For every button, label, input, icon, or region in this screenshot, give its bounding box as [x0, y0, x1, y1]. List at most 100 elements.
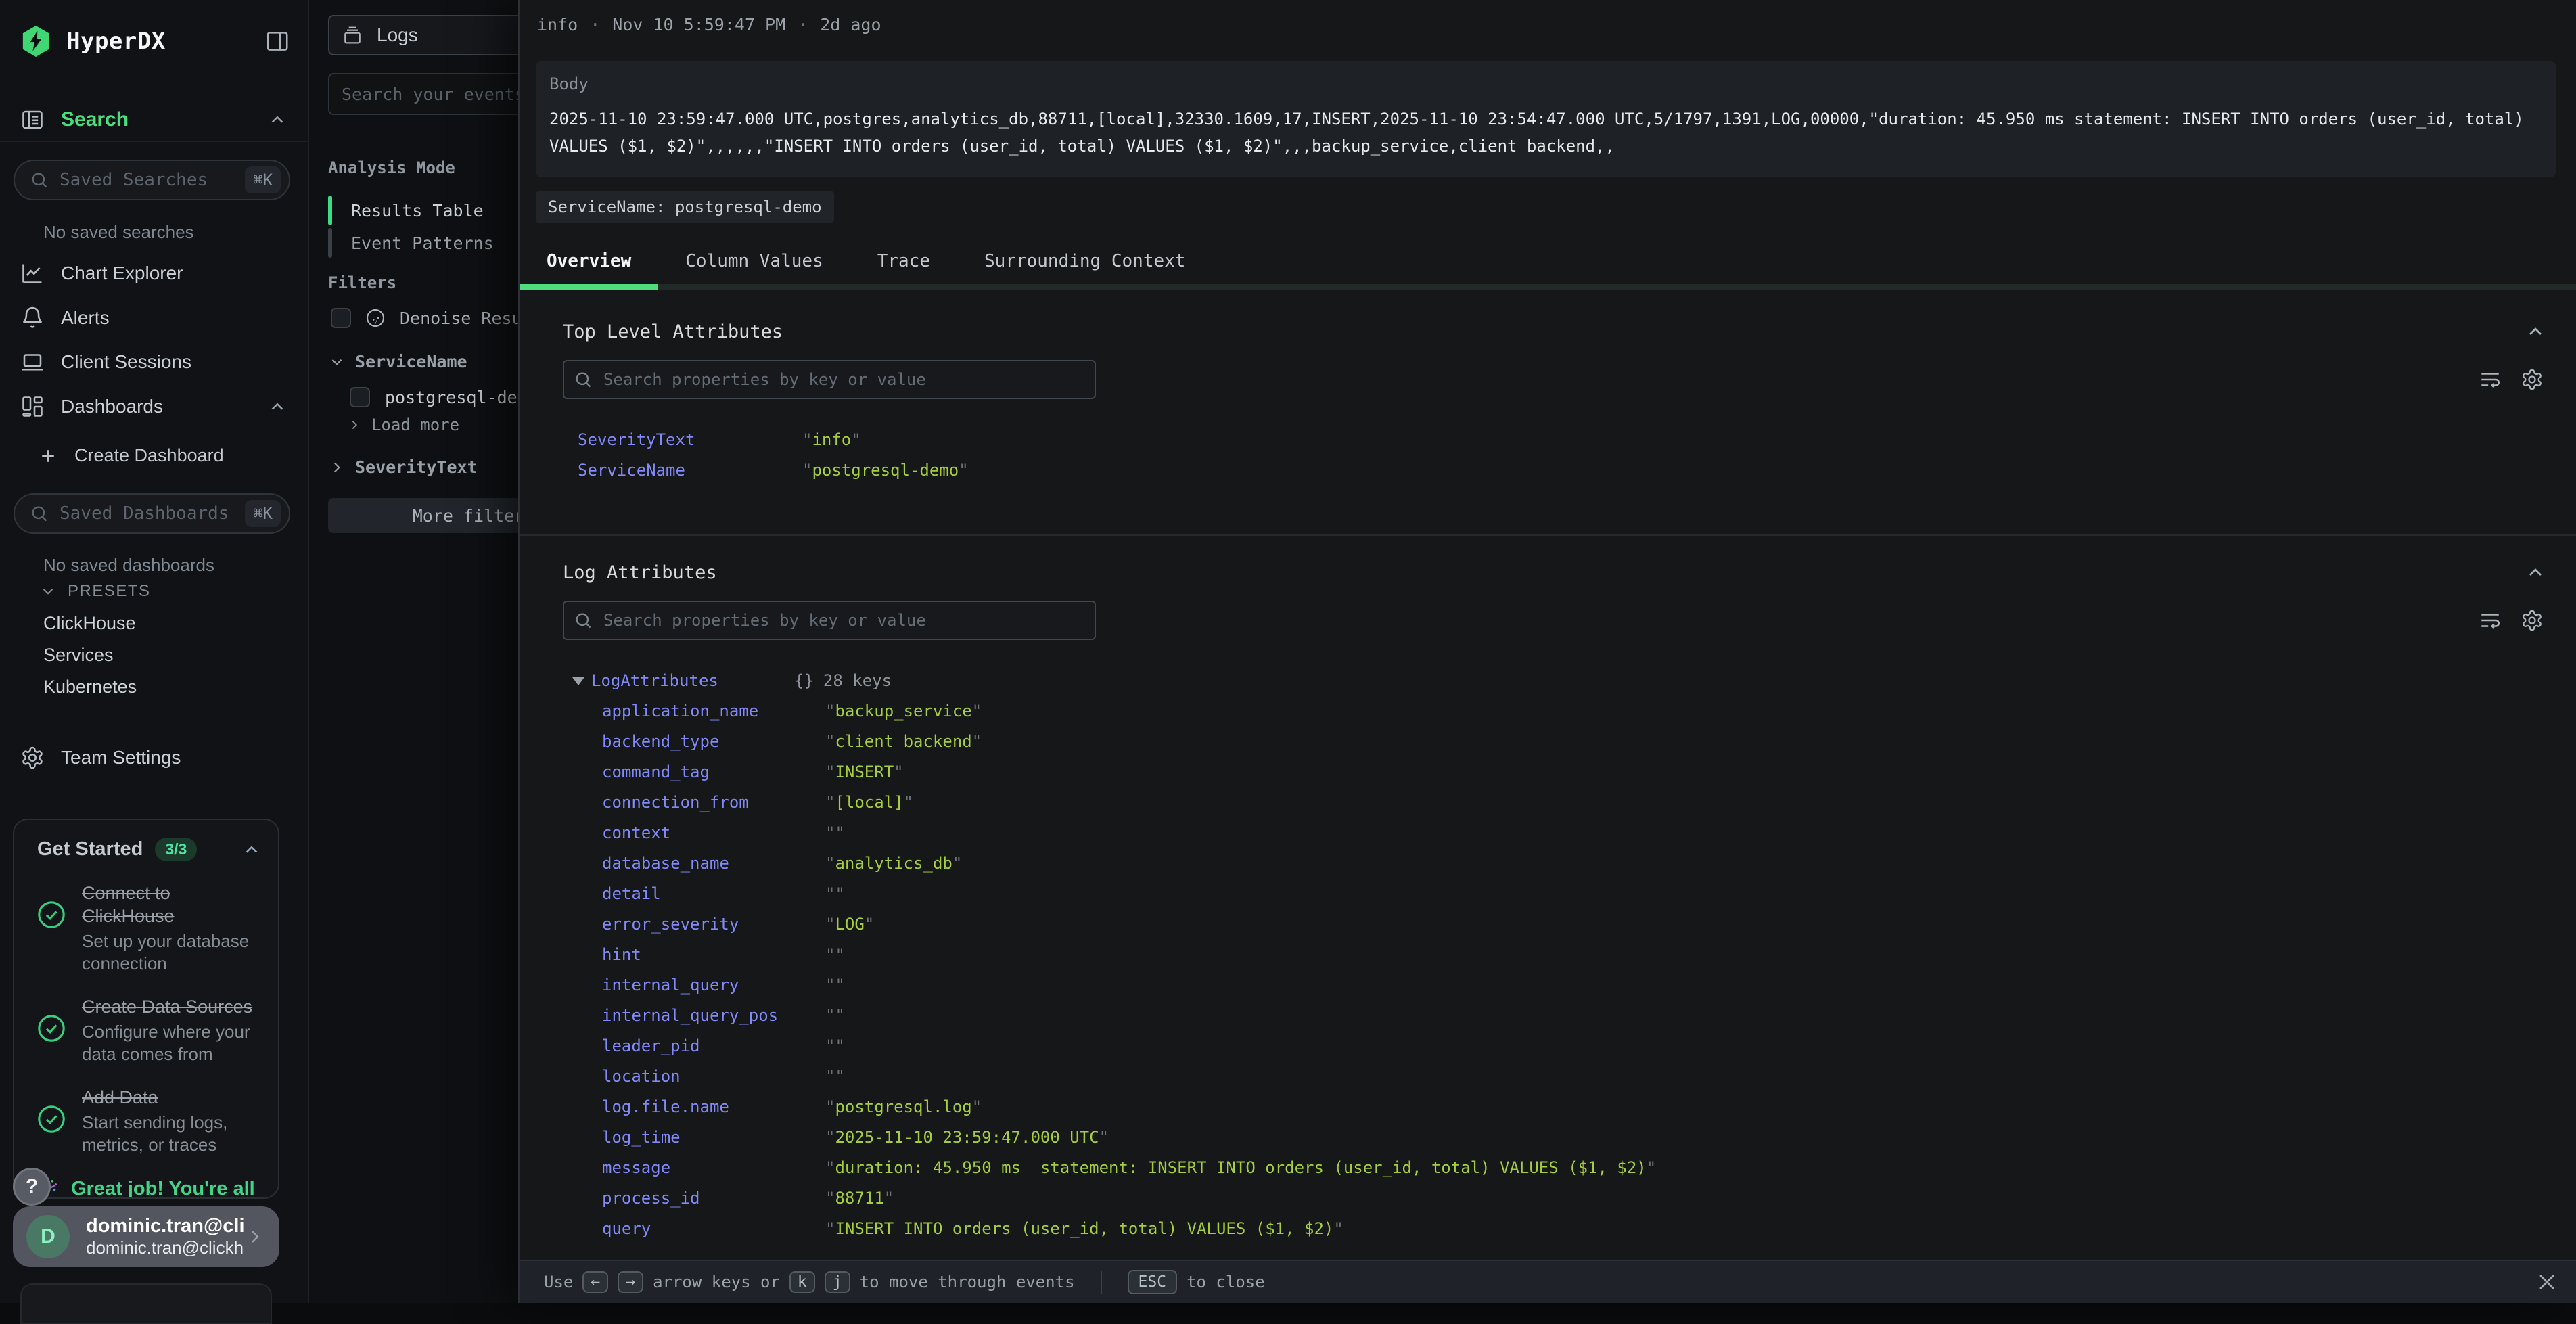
chevron-up-icon[interactable]	[2525, 562, 2546, 583]
wrap-lines-icon[interactable]	[2479, 609, 2502, 632]
attribute-row[interactable]: backend_type client backend	[563, 727, 2576, 757]
attribute-value	[825, 818, 845, 848]
get-started-items: Connect to ClickHouse Set up your databa…	[14, 861, 278, 1156]
saved-searches-input[interactable]: Saved Searches ⌘K	[14, 160, 290, 200]
user-profile-button[interactable]: D dominic.tran@clic... dominic.tran@clic…	[13, 1206, 279, 1267]
sidebar-item-clickhouse[interactable]: ClickHouse	[43, 613, 136, 634]
attribute-key[interactable]: log_time	[602, 1122, 825, 1153]
attribute-key[interactable]: query	[602, 1214, 825, 1244]
user-email: dominic.tran@clickho...	[86, 1237, 244, 1258]
dashboard-grid-icon	[20, 394, 45, 419]
get-started-item[interactable]: Add Data Start sending logs, metrics, or…	[36, 1086, 259, 1156]
attribute-key[interactable]: internal_query	[602, 970, 825, 1001]
property-search-input[interactable]	[563, 360, 1096, 399]
attribute-row[interactable]: connection_from [local]	[563, 787, 2576, 818]
attribute-row[interactable]: detail	[563, 879, 2576, 909]
attribute-row[interactable]: ServiceName postgresql-demo	[563, 455, 2576, 486]
gear-icon[interactable]	[2521, 368, 2544, 391]
attribute-key[interactable]: internal_query_pos	[602, 1001, 825, 1031]
attribute-key[interactable]: process_id	[602, 1183, 825, 1214]
close-icon[interactable]	[2535, 1271, 2558, 1294]
filter-option-postgresql-demo[interactable]: postgresql-demo	[350, 387, 538, 407]
attribute-key[interactable]: LogAttributes	[591, 666, 794, 696]
attribute-row[interactable]: context	[563, 818, 2576, 848]
body-card[interactable]: Body 2025-11-10 23:59:47.000 UTC,postgre…	[536, 61, 2556, 177]
filter-group-servicename[interactable]: ServiceName	[328, 352, 467, 371]
tab-label: Column Values	[685, 251, 823, 271]
attribute-row[interactable]: application_name backup_service	[563, 696, 2576, 727]
sidebar-item-client-sessions[interactable]: Client Sessions	[0, 344, 308, 380]
tab[interactable]: Overview	[520, 238, 658, 284]
sidebar-collapse-icon[interactable]	[264, 28, 290, 54]
attribute-value	[825, 1062, 845, 1092]
attribute-key[interactable]: message	[602, 1153, 825, 1183]
chevron-up-icon[interactable]	[267, 396, 288, 417]
gear-icon[interactable]	[2521, 609, 2544, 632]
tab[interactable]: Trace	[850, 238, 957, 284]
sidebar-item-alerts[interactable]: Alerts	[0, 300, 308, 336]
presets-toggle[interactable]: PRESETS	[39, 582, 151, 601]
attribute-key[interactable]: log.file.name	[602, 1092, 825, 1122]
service-checkbox[interactable]	[350, 387, 370, 407]
attribute-key[interactable]: backend_type	[602, 727, 825, 757]
attribute-row[interactable]: SeverityText info	[563, 425, 2576, 455]
attribute-key[interactable]: hint	[602, 940, 825, 970]
attribute-key[interactable]: SeverityText	[578, 425, 802, 455]
attribute-row[interactable]: database_name analytics_db	[563, 848, 2576, 879]
filter-group-severitytext[interactable]: SeverityText	[328, 457, 478, 477]
get-started-item[interactable]: Connect to ClickHouse Set up your databa…	[36, 882, 259, 975]
log-attributes-section: Log Attributes	[520, 536, 2576, 1260]
chevron-up-icon[interactable]	[242, 840, 262, 860]
attribute-row[interactable]: query INSERT INTO orders (user_id, total…	[563, 1214, 2576, 1244]
tab[interactable]: Surrounding Context	[957, 238, 1212, 284]
chevron-up-icon[interactable]	[2525, 321, 2546, 342]
saved-dashboards-input[interactable]: Saved Dashboards ⌘K	[14, 493, 290, 534]
attribute-key[interactable]: application_name	[602, 696, 825, 727]
tab[interactable]: Column Values	[658, 238, 850, 284]
get-started-item-desc: Set up your database connection	[82, 930, 259, 975]
attribute-key[interactable]: leader_pid	[602, 1031, 825, 1062]
attribute-row[interactable]: log.file.name postgresql.log	[563, 1092, 2576, 1122]
attribute-key[interactable]: error_severity	[602, 909, 825, 940]
attribute-key[interactable]: detail	[602, 879, 825, 909]
property-search-input[interactable]	[563, 601, 1096, 640]
sidebar-item-services[interactable]: Services	[43, 645, 114, 666]
attribute-key[interactable]: command_tag	[602, 757, 825, 787]
create-dashboard-button[interactable]: Create Dashboard	[38, 445, 224, 466]
chevron-up-icon[interactable]	[267, 110, 288, 130]
sidebar-item-dashboards[interactable]: Dashboards	[0, 389, 308, 424]
attribute-row[interactable]: internal_query	[563, 970, 2576, 1001]
tab-label: Overview	[547, 251, 631, 271]
disclosure-triangle-icon[interactable]	[572, 677, 584, 685]
kbd-k: k	[789, 1271, 815, 1293]
wrap-lines-icon[interactable]	[2479, 368, 2502, 391]
attribute-key[interactable]: connection_from	[602, 787, 825, 818]
denoise-checkbox[interactable]	[331, 308, 351, 328]
sidebar-item-chart-explorer[interactable]: Chart Explorer	[0, 256, 308, 291]
attribute-row[interactable]: log_time 2025-11-10 23:59:47.000 UTC	[563, 1122, 2576, 1153]
attribute-row[interactable]: hint	[563, 940, 2576, 970]
sidebar-item-team-settings[interactable]: Team Settings	[0, 740, 308, 775]
service-name-tag[interactable]: ServiceName: postgresql-demo	[536, 191, 834, 223]
attribute-key[interactable]: ServiceName	[578, 455, 802, 486]
attribute-key[interactable]: location	[602, 1062, 825, 1092]
attribute-row[interactable]: location	[563, 1062, 2576, 1092]
attribute-row[interactable]: internal_query_pos	[563, 1001, 2576, 1031]
attribute-key[interactable]: database_name	[602, 848, 825, 879]
get-started-item[interactable]: Create Data Sources Configure where your…	[36, 995, 259, 1066]
load-more-button[interactable]: Load more	[347, 415, 459, 434]
attribute-row[interactable]: error_severity LOG	[563, 909, 2576, 940]
event-search-input[interactable]	[342, 85, 538, 104]
attribute-row[interactable]: command_tag INSERT	[563, 757, 2576, 787]
chart-icon	[20, 261, 45, 286]
attribute-row[interactable]: leader_pid	[563, 1031, 2576, 1062]
log-attributes-root-row[interactable]: LogAttributes {}28 keys	[563, 666, 2576, 696]
sidebar-item-kubernetes[interactable]: Kubernetes	[43, 677, 137, 698]
help-button[interactable]: ?	[13, 1168, 51, 1206]
attribute-row[interactable]: process_id 88711	[563, 1183, 2576, 1214]
attribute-row[interactable]: message duration: 45.950 ms statement: I…	[563, 1153, 2576, 1183]
sidebar-item-search[interactable]: Search	[0, 99, 308, 142]
attribute-key[interactable]: context	[602, 818, 825, 848]
bottom-teaser-card[interactable]	[20, 1283, 272, 1324]
sidebar-item-label: Client Sessions	[61, 351, 191, 373]
